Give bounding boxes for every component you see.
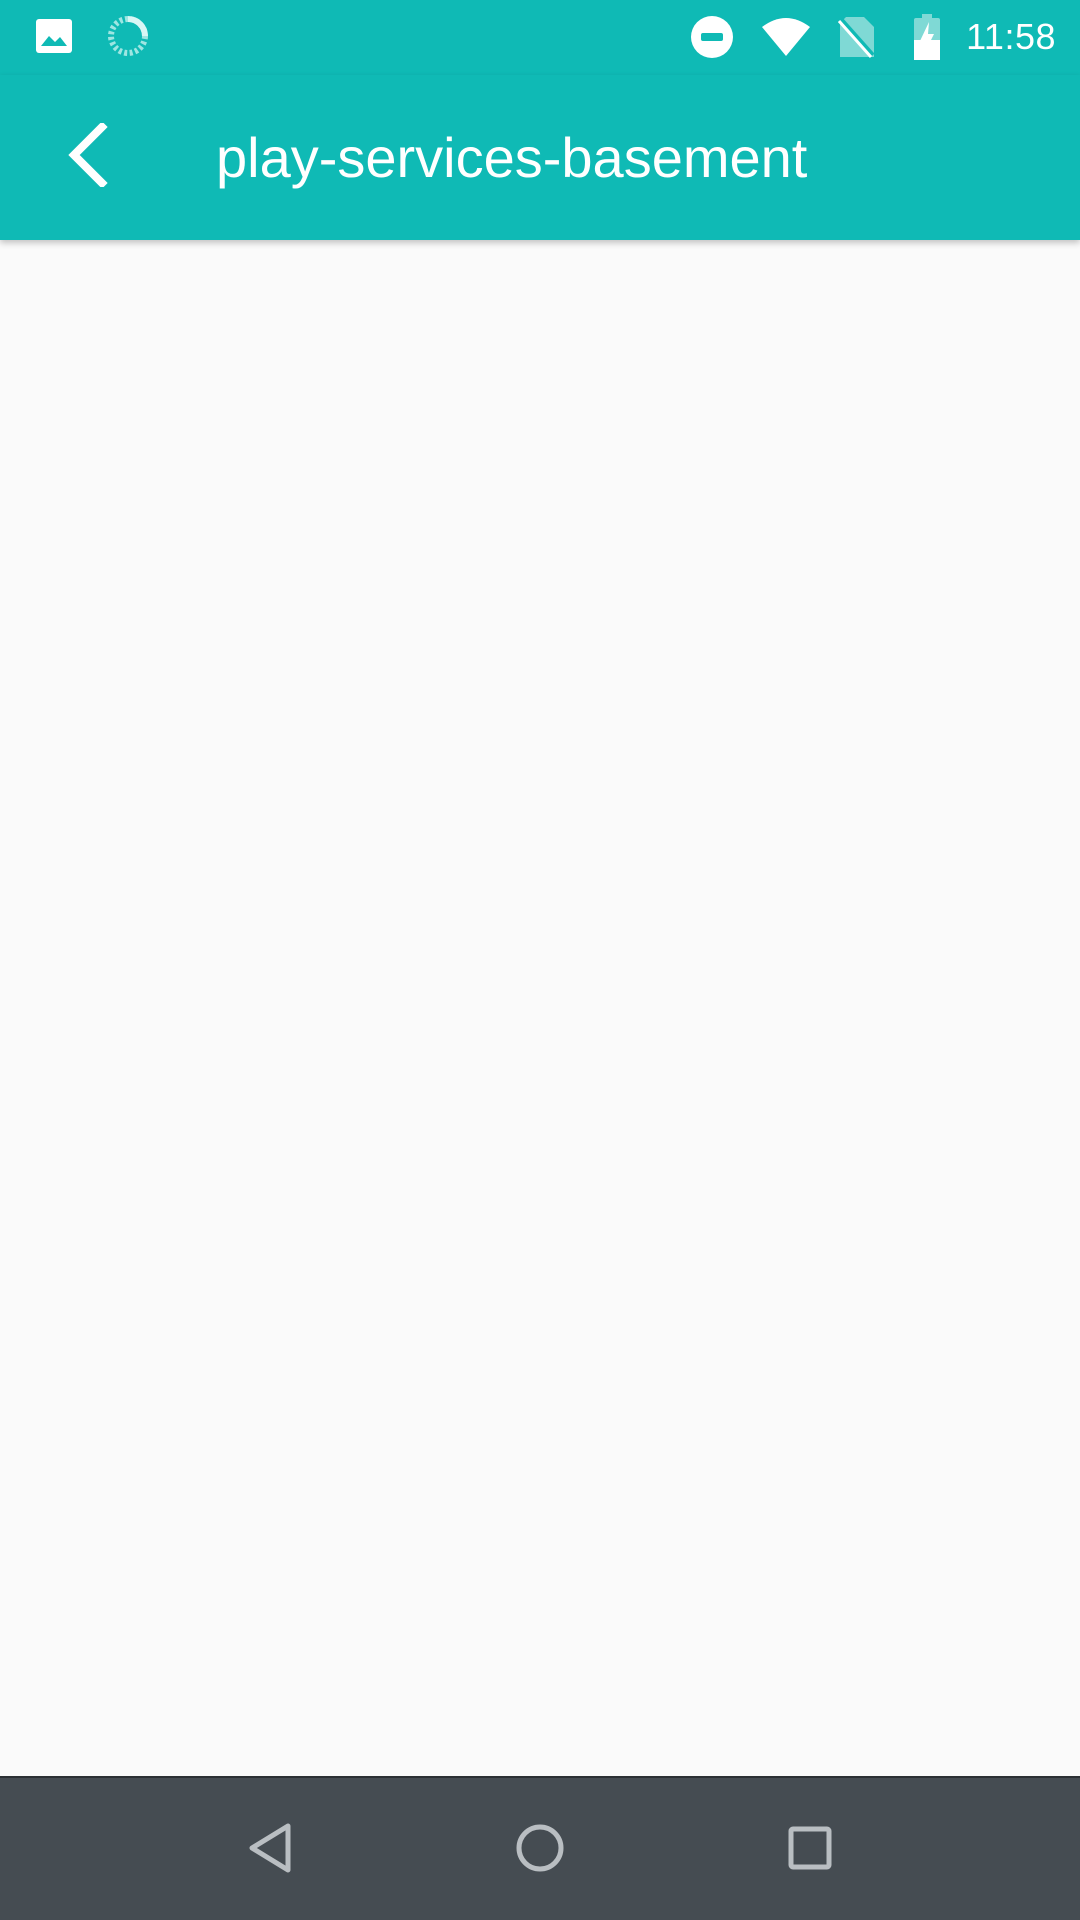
do-not-disturb-icon: [690, 15, 734, 59]
nav-recents-button[interactable]: [766, 1806, 854, 1894]
back-triangle-icon: [246, 1822, 294, 1879]
wifi-icon: [760, 16, 812, 58]
nav-home-button[interactable]: [496, 1806, 584, 1894]
navigation-bar: [0, 1776, 1080, 1920]
image-icon: [34, 16, 74, 61]
status-left-icons: [34, 14, 150, 63]
content-area: [0, 240, 1080, 1776]
recents-square-icon: [787, 1825, 833, 1876]
app-bar: play-services-basement: [0, 75, 1080, 240]
page-title: play-services-basement: [216, 126, 808, 189]
sync-spinner-icon: [106, 14, 150, 63]
chevron-left-icon: [66, 120, 110, 192]
status-right-icons: 11:58: [690, 14, 1056, 60]
nav-back-button[interactable]: [226, 1806, 314, 1894]
status-bar: 11:58: [0, 0, 1080, 75]
back-button[interactable]: [44, 113, 132, 201]
battery-charging-icon: [914, 14, 941, 60]
no-sim-icon: [838, 15, 876, 59]
home-circle-icon: [514, 1822, 566, 1879]
screen: 11:58 play-services-basement: [0, 0, 1080, 1920]
status-time: 11:58: [966, 16, 1056, 57]
